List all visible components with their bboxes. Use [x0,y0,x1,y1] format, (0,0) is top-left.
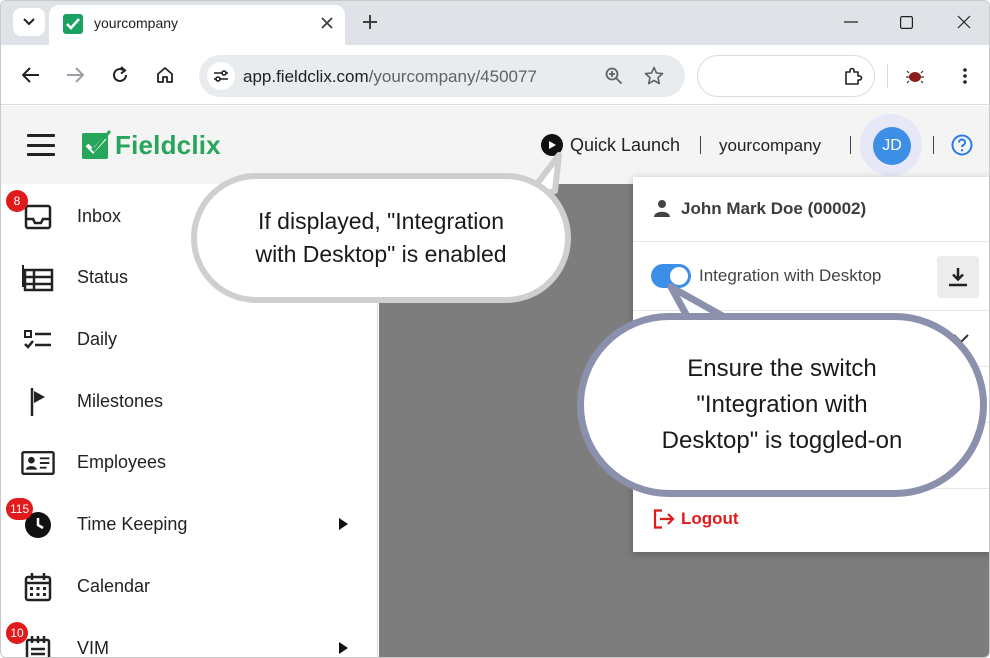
minimize-button[interactable] [839,10,863,34]
puzzle-icon [845,67,863,85]
callout-integration-enabled: If displayed, "Integration with Desktop"… [191,173,571,303]
close-window-button[interactable] [952,10,976,34]
avatar[interactable]: JD [873,127,911,165]
more-vertical-icon [963,68,967,84]
quick-launch-label: Quick Launch [570,134,681,155]
callout-line: with Desktop" is enabled [255,241,507,267]
checklist-icon [21,323,55,357]
sidebar-item-label: Daily [77,329,118,349]
brand-name: Fieldclix [115,129,221,160]
grid-icon [21,261,55,295]
tab-search-button[interactable] [13,8,45,36]
sidebar-item-label: Inbox [77,206,122,226]
company-name[interactable]: yourcompany [719,136,821,156]
sidebar-item-label: Status [77,267,129,287]
sidebar-item-label: Milestones [77,391,164,411]
url-text: app.fieldclix.com/yourcompany/450077 [243,67,537,87]
time-keeping-badge: 115 [6,498,34,520]
arrow-right-icon [67,67,84,83]
sidebar-item-label: VIM [77,638,110,658]
extensions-area [697,55,875,97]
logout-icon [653,509,675,529]
maximize-button[interactable] [894,10,918,34]
close-tab-icon[interactable] [315,11,339,35]
reload-icon [113,66,127,82]
back-button[interactable] [17,61,45,89]
zoom-button[interactable] [603,65,625,87]
fieldclix-logo-icon [82,130,111,159]
sidebar-item-employees[interactable]: Employees [1,434,378,490]
sidebar-item-label: Calendar [77,576,151,596]
browser-toolbar: app.fieldclix.com/yourcompany/450077 [1,45,989,105]
tune-icon [214,70,228,82]
user-info-row: John Mark Doe (00002) [633,177,989,242]
sidebar-item-milestones[interactable]: Milestones [1,373,378,429]
browser-menu-button[interactable] [953,64,977,88]
sidebar-item-calendar[interactable]: Calendar [1,558,378,614]
arrow-left-icon [22,67,39,83]
user-name: John Mark Doe (00002) [681,199,867,218]
sidebar-item-vim[interactable]: 10 VIM [1,620,378,658]
reload-button[interactable] [106,61,134,89]
calendar-icon [21,570,55,604]
home-button[interactable] [151,61,179,89]
menu-icon[interactable] [27,134,55,156]
id-card-icon [21,446,55,480]
callout-line: "Integration with [696,391,868,418]
callout-line: Ensure the switch [687,355,877,382]
logout-button[interactable]: Logout [653,509,739,529]
chevron-down-icon [23,18,35,26]
person-icon [654,200,670,217]
sidebar-item-time-keeping[interactable]: 115 Time Keeping [1,496,378,552]
download-icon [949,268,967,287]
minimize-icon [844,21,858,23]
vim-badge: 10 [6,622,28,644]
expand-arrow-icon[interactable] [339,518,348,530]
tab-title: yourcompany [94,15,179,31]
callout-ensure-toggle: Ensure the switch "Integration with Desk… [577,313,987,497]
logout-label: Logout [681,509,739,528]
expand-arrow-icon[interactable] [339,642,348,654]
home-icon [157,67,173,83]
favicon-icon [63,14,83,34]
sidebar-item-label: Employees [77,452,167,472]
new-tab-button[interactable] [357,9,383,35]
inbox-badge: 8 [6,190,28,212]
callout-text: Ensure the switch "Integration with Desk… [662,351,903,459]
callout-line: If displayed, "Integration [258,208,504,234]
url-host: app.fieldclix.com [243,67,369,86]
brand-logo[interactable]: Fieldclix [81,128,221,162]
download-button[interactable] [937,256,979,298]
header-divider [700,136,701,154]
header-divider [933,136,934,154]
window: yourcompany app.fieldclix.com/yourcompan… [0,0,990,658]
browser-tab[interactable]: yourcompany [49,5,345,45]
callout-line: Desktop" is toggled-on [661,427,903,454]
callout-text: If displayed, "Integration with Desktop"… [255,205,506,271]
flag-icon [21,385,55,419]
url-path: /yourcompany/450077 [368,67,537,86]
extension-bug-button[interactable] [903,64,927,88]
plus-icon [363,15,377,29]
toolbar-divider [887,64,888,88]
close-icon [957,15,971,29]
address-bar[interactable]: app.fieldclix.com/yourcompany/450077 [199,55,685,97]
header-divider [850,136,851,154]
extensions-button[interactable] [841,65,865,89]
sidebar-item-label: Time Keeping [77,514,188,534]
bookmark-button[interactable] [643,65,665,87]
star-icon [644,66,664,85]
forward-button[interactable] [61,61,89,89]
browser-tab-strip: yourcompany [1,1,989,45]
site-info-button[interactable] [207,62,235,90]
bug-icon [906,70,924,84]
zoom-in-icon [605,67,623,85]
help-icon[interactable] [951,134,973,156]
maximize-icon [899,15,913,29]
sidebar-item-daily[interactable]: Daily [1,311,378,367]
